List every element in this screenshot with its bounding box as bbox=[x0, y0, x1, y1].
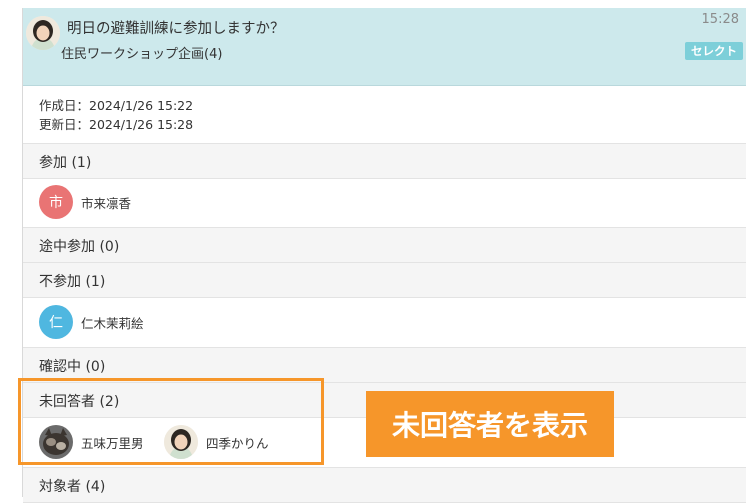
highlight-box bbox=[18, 378, 324, 465]
date-info: 作成日：2024/1/26 15:22 更新日：2024/1/26 15:28 bbox=[39, 96, 193, 134]
member-initial-avatar: 市 bbox=[39, 185, 73, 219]
person-photo-icon bbox=[26, 16, 60, 50]
member-name: 仁木茉莉絵 bbox=[81, 315, 144, 331]
event-title: 明日の避難訓練に参加しますか？ bbox=[67, 21, 285, 37]
created-date: 作成日：2024/1/26 15:22 bbox=[39, 98, 194, 113]
section-label: 確認中 (0) bbox=[39, 359, 106, 375]
section-attend[interactable]: 参加 (1) bbox=[23, 143, 746, 179]
section-absent[interactable]: 不参加 (1) bbox=[23, 262, 746, 298]
timestamp: 15:28 bbox=[701, 12, 739, 27]
section-targets[interactable]: 対象者 (4) bbox=[23, 467, 746, 503]
group-name: 住民ワークショップ企画(4) bbox=[61, 47, 223, 62]
select-button[interactable]: セレクト bbox=[685, 42, 743, 60]
updated-date: 更新日：2024/1/26 15:28 bbox=[39, 117, 194, 132]
event-header: 明日の避難訓練に参加しますか？ 住民ワークショップ企画(4) 15:28 セレク… bbox=[23, 8, 746, 86]
member-name: 市来凛香 bbox=[81, 195, 132, 211]
annotation-callout: 未回答者を表示 bbox=[366, 391, 614, 457]
member-item[interactable]: 仁 仁木茉莉絵 bbox=[39, 305, 144, 339]
member-initial-avatar: 仁 bbox=[39, 305, 73, 339]
section-label: 不参加 (1) bbox=[39, 274, 106, 290]
section-label: 対象者 (4) bbox=[39, 479, 106, 495]
organizer-avatar[interactable] bbox=[26, 16, 60, 50]
section-partial[interactable]: 途中参加 (0) bbox=[23, 227, 746, 263]
member-item[interactable]: 市 市来凛香 bbox=[39, 185, 131, 219]
section-label: 参加 (1) bbox=[39, 155, 92, 171]
section-label: 途中参加 (0) bbox=[39, 239, 120, 255]
